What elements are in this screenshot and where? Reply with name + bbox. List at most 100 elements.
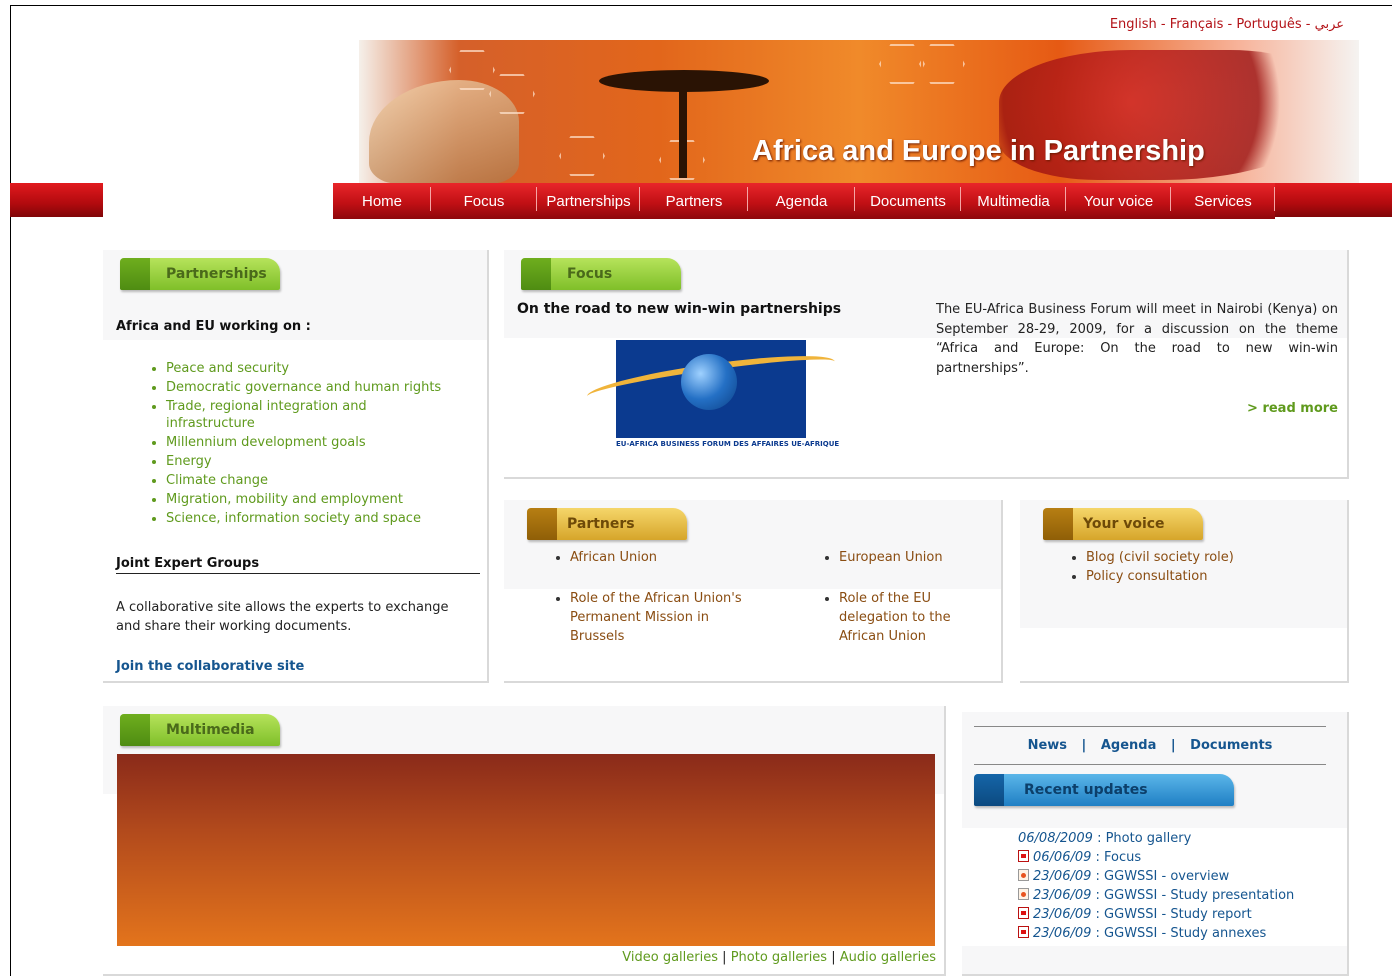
video-galleries-link[interactable]: Video galleries <box>622 950 718 965</box>
partnership-item[interactable]: Science, information society and space <box>166 510 486 527</box>
globe-icon <box>681 354 737 410</box>
update-item[interactable]: 23/06/09 : GGWSSI - overview <box>1018 868 1323 885</box>
update-date: 06/08/2009 <box>1018 831 1093 846</box>
focus-tab[interactable]: Focus <box>521 258 681 290</box>
partners-tab[interactable]: Partners <box>527 508 687 540</box>
banner-hexagon <box>879 44 925 84</box>
join-collaborative-site-link[interactable]: Join the collaborative site <box>116 659 304 674</box>
nav-focus[interactable]: Focus <box>431 183 537 219</box>
update-title: Focus <box>1104 850 1142 865</box>
lang-separator: - <box>1227 17 1233 32</box>
subnav-news[interactable]: News <box>1028 738 1067 753</box>
nav-your-voice[interactable]: Your voice <box>1066 183 1171 219</box>
subnav-documents[interactable]: Documents <box>1190 738 1272 753</box>
nav-documents[interactable]: Documents <box>855 183 961 219</box>
updates-list: 06/08/2009 : Photo gallery 06/06/09 : Fo… <box>1018 830 1323 948</box>
presentation-icon <box>1018 888 1029 900</box>
partnerships-list: Peace and security Democratic governance… <box>166 360 486 529</box>
updates-subnav: News | Agenda | Documents <box>974 738 1326 753</box>
focus-tab-label: Focus <box>567 266 613 282</box>
lang-separator: - <box>1305 17 1311 32</box>
multimedia-tab[interactable]: Multimedia <box>120 714 280 746</box>
language-selector: English - Français - Português - عربي <box>1110 17 1344 32</box>
subnav-separator: | <box>1081 738 1087 753</box>
lang-separator: - <box>1160 17 1166 32</box>
update-date: 23/06/09 <box>1033 888 1092 903</box>
photo-galleries-link[interactable]: Photo galleries <box>731 950 827 965</box>
nav-services[interactable]: Services <box>1171 183 1275 219</box>
your-voice-link[interactable]: Policy consultation <box>1086 568 1336 585</box>
your-voice-tab-label: Your voice <box>1083 516 1165 532</box>
update-separator: : <box>1091 869 1105 884</box>
your-voice-tab[interactable]: Your voice <box>1043 508 1203 540</box>
update-date: 06/06/09 <box>1033 850 1092 865</box>
lang-french[interactable]: Français <box>1170 17 1224 32</box>
update-item[interactable]: 23/06/09 : GGWSSI - Study presentation <box>1018 887 1323 904</box>
partner-link[interactable]: Role of the African Union's Permanent Mi… <box>570 589 750 646</box>
partnerships-panel: Partnerships Africa and EU working on : … <box>103 250 489 683</box>
update-item[interactable]: 06/06/09 : Focus <box>1018 849 1323 866</box>
partnership-item[interactable]: Millennium development goals <box>166 434 486 451</box>
update-separator: : <box>1091 926 1105 941</box>
partnership-item[interactable]: Peace and security <box>166 360 486 377</box>
update-title: GGWSSI - overview <box>1104 869 1230 884</box>
business-forum-logo[interactable] <box>585 340 837 438</box>
updates-panel: News | Agenda | Documents Recent updates… <box>962 712 1349 976</box>
joint-expert-groups-heading: Joint Expert Groups <box>116 556 480 574</box>
your-voice-link[interactable]: Blog (civil society role) <box>1086 549 1336 566</box>
update-date: 23/06/09 <box>1033 907 1092 922</box>
audio-galleries-link[interactable]: Audio galleries <box>840 950 936 965</box>
update-title: GGWSSI - Study report <box>1104 907 1252 922</box>
partnership-item[interactable]: Energy <box>166 453 486 470</box>
header-banner: Africa and Europe in Partnership <box>359 40 1359 184</box>
joint-expert-groups-text: A collaborative site allows the experts … <box>116 600 449 634</box>
focus-headline[interactable]: On the road to new win-win partnerships <box>517 301 841 317</box>
update-title: GGWSSI - Study presentation <box>1104 888 1295 903</box>
subnav-agenda[interactable]: Agenda <box>1101 738 1157 753</box>
update-item[interactable]: 23/06/09 : GGWSSI - Study report <box>1018 906 1323 923</box>
page-border-left <box>10 5 11 976</box>
partnerships-tab[interactable]: Partnerships <box>120 258 280 290</box>
divider <box>974 764 1326 765</box>
nav-bar-right-cap <box>1275 183 1392 217</box>
partner-link[interactable]: African Union <box>570 549 750 566</box>
multimedia-links: Video galleries | Photo galleries | Audi… <box>622 950 936 965</box>
nav-home[interactable]: Home <box>333 183 431 219</box>
nav-partners[interactable]: Partners <box>640 183 748 219</box>
lang-portuguese[interactable]: Português <box>1236 17 1301 32</box>
update-separator: : <box>1091 850 1105 865</box>
nav-multimedia[interactable]: Multimedia <box>961 183 1066 219</box>
partnership-item[interactable]: Migration, mobility and employment <box>166 491 486 508</box>
update-item[interactable]: 23/06/09 : GGWSSI - Study annexes <box>1018 925 1323 942</box>
lang-english[interactable]: English <box>1110 17 1157 32</box>
partnership-item[interactable]: Climate change <box>166 472 486 489</box>
your-voice-list: Blog (civil society role) Policy consult… <box>1086 549 1336 587</box>
link-separator: | <box>722 950 727 965</box>
nav-partnerships[interactable]: Partnerships <box>537 183 640 219</box>
update-date: 23/06/09 <box>1033 926 1092 941</box>
multimedia-tab-label: Multimedia <box>166 722 255 738</box>
update-date: 23/06/09 <box>1033 869 1092 884</box>
page-border-top <box>10 5 1392 6</box>
multimedia-panel: Multimedia Video galleries | Photo galle… <box>103 706 946 976</box>
partnership-item[interactable]: Democratic governance and human rights <box>166 379 486 396</box>
partnerships-tab-label: Partnerships <box>166 266 267 282</box>
partner-link[interactable]: Role of the EU delegation to the African… <box>839 589 989 646</box>
partners-panel: Partners African Union Role of the Afric… <box>504 500 1003 683</box>
partner-link[interactable]: European Union <box>839 549 989 566</box>
focus-text: The EU-Africa Business Forum will meet i… <box>936 302 1338 376</box>
media-player[interactable] <box>117 754 935 946</box>
pdf-icon <box>1018 850 1029 862</box>
focus-panel: Focus On the road to new win-win partner… <box>504 250 1349 479</box>
partnership-item[interactable]: Trade, regional integration and infrastr… <box>166 398 416 432</box>
pdf-icon <box>1018 926 1029 938</box>
read-more-link[interactable]: > read more <box>1247 401 1338 416</box>
update-separator: : <box>1092 831 1106 846</box>
banner-tree-trunk <box>679 88 687 178</box>
update-item[interactable]: 06/08/2009 : Photo gallery <box>1018 830 1323 847</box>
update-title: Photo gallery <box>1105 831 1192 846</box>
nav-agenda[interactable]: Agenda <box>748 183 855 219</box>
banner-hexagon <box>919 44 965 84</box>
recent-updates-tab[interactable]: Recent updates <box>974 774 1234 806</box>
lang-arabic[interactable]: عربي <box>1315 17 1344 32</box>
